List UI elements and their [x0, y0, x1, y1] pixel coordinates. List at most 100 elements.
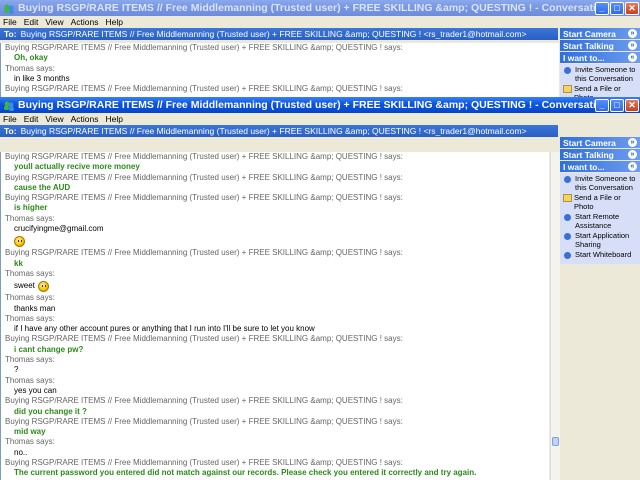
minimize-button[interactable]: _ — [595, 98, 609, 112]
menu-help[interactable]: Help — [106, 114, 123, 124]
menu-view[interactable]: View — [45, 17, 63, 27]
message-text: i cant change pw? — [5, 345, 549, 355]
menu-file[interactable]: File — [3, 17, 17, 27]
conversation-scrollbar[interactable] — [550, 152, 560, 480]
task-whiteboard[interactable]: Start Whiteboard — [562, 250, 638, 260]
sender-line: Thomas says: — [5, 269, 549, 279]
sender-line: Thomas says: — [5, 355, 549, 365]
message-text-content: Buying RSGP/RARE ITEMS // Free Middleman… — [5, 84, 403, 94]
message-text-content: Buying RSGP/RARE ITEMS // Free Middleman… — [5, 334, 403, 344]
chevron-down-icon: » — [628, 29, 637, 38]
task-remote-assistance[interactable]: Start Remote Assistance — [562, 212, 638, 230]
invite-icon — [564, 67, 571, 74]
sender-line: Buying RSGP/RARE ITEMS // Free Middleman… — [5, 458, 549, 468]
message-text: youll actually recive more money — [5, 162, 549, 172]
whiteboard-icon — [564, 252, 571, 259]
message-text-content: Oh, okay — [14, 53, 48, 63]
message-text-content: Buying RSGP/RARE ITEMS // Free Middleman… — [5, 396, 403, 406]
sender-line: Buying RSGP/RARE ITEMS // Free Middleman… — [5, 173, 549, 183]
message-text: cause the AUD — [5, 183, 549, 193]
window-title: Buying RSGP/RARE ITEMS // Free Middleman… — [18, 99, 595, 111]
minimize-button[interactable]: _ — [595, 1, 609, 15]
message-text-content: i cant change pw? — [14, 344, 84, 354]
back-task-list: Invite Someone to this Conversation Send… — [560, 64, 640, 97]
start-talking-header[interactable]: Start Talking» — [560, 40, 640, 52]
start-camera-header[interactable]: Start Camera» — [560, 28, 640, 40]
task-send-file[interactable]: Send a File or Photo — [562, 193, 638, 211]
sender-line: Buying RSGP/RARE ITEMS // Free Middleman… — [5, 417, 549, 427]
message-text-content: if I have any other account pures or any… — [14, 324, 315, 334]
message-text-content: Thomas says: — [5, 268, 55, 278]
sender-line: Buying RSGP/RARE ITEMS // Free Middleman… — [5, 43, 559, 53]
recipient-name[interactable]: Buying RSGP/RARE ITEMS // Free Middleman… — [21, 126, 527, 136]
back-menu-bar: File Edit View Actions Help — [0, 16, 640, 28]
close-button[interactable]: ✕ — [625, 1, 639, 15]
message-text-content: did you change it ? — [14, 406, 87, 416]
maximize-button[interactable]: □ — [610, 98, 624, 112]
back-sidebar: Start Camera» Start Talking» I want to..… — [560, 28, 640, 97]
scrollbar-thumb[interactable] — [552, 437, 559, 446]
message-text-content: cause the AUD — [14, 182, 71, 192]
menu-help[interactable]: Help — [106, 17, 123, 27]
smiley-icon — [37, 280, 49, 292]
task-send-file[interactable]: Send a File or Photo — [562, 84, 638, 97]
conversation-window: Buying RSGP/RARE ITEMS // Free Middleman… — [0, 97, 640, 480]
message-text: did you change it ? — [5, 407, 549, 417]
maximize-button[interactable]: □ — [610, 1, 624, 15]
chevron-down-icon: » — [628, 138, 637, 147]
menu-view[interactable]: View — [45, 114, 63, 124]
recipient-name[interactable]: Buying RSGP/RARE ITEMS // Free Middleman… — [21, 29, 527, 39]
start-camera-header[interactable]: Start Camera» — [560, 137, 640, 149]
i-want-to-header[interactable]: I want to... « — [560, 52, 640, 64]
start-talking-header[interactable]: Start Talking» — [560, 149, 640, 161]
message-text-content: ? — [14, 365, 19, 375]
back-conversation-history[interactable]: Buying RSGP/RARE ITEMS // Free Middleman… — [0, 43, 559, 97]
task-invite[interactable]: Invite Someone to this Conversation — [562, 174, 638, 192]
task-invite[interactable]: Invite Someone to this Conversation — [562, 65, 638, 83]
invite-icon — [564, 176, 571, 183]
message-text: crucifyingme@gmail.com — [5, 224, 549, 234]
conversation-history[interactable]: Buying RSGP/RARE ITEMS // Free Middleman… — [0, 152, 549, 480]
sidebar: Start Camera» Start Talking» I want to..… — [560, 137, 640, 480]
menu-file[interactable]: File — [3, 114, 17, 124]
message-text: yes you can — [5, 386, 549, 396]
sender-line: Buying RSGP/RARE ITEMS // Free Middleman… — [5, 84, 559, 94]
back-window-title: Buying RSGP/RARE ITEMS // Free Middleman… — [18, 2, 595, 14]
to-label: To: — [4, 126, 17, 136]
menu-edit[interactable]: Edit — [24, 17, 39, 27]
message-text-content: is higher — [14, 203, 48, 213]
message-text-content: no.. — [14, 447, 28, 457]
message-text: thanks man — [5, 304, 549, 314]
back-title-bar[interactable]: Buying RSGP/RARE ITEMS // Free Middleman… — [0, 0, 640, 16]
send-file-icon — [563, 194, 572, 202]
sender-line: Thomas says: — [5, 437, 549, 447]
message-text-content: yes you can — [14, 385, 57, 395]
message-text-content: mid way — [14, 427, 46, 437]
i-want-to-header[interactable]: I want to... « — [560, 161, 640, 173]
menu-edit[interactable]: Edit — [24, 114, 39, 124]
smiley-icon — [14, 235, 25, 247]
chevron-up-icon: « — [628, 53, 637, 62]
message-text-content: Thomas says: — [5, 313, 55, 323]
menu-actions[interactable]: Actions — [71, 114, 99, 124]
message-text-content: crucifyingme@gmail.com — [14, 224, 104, 234]
message-text-content: Thomas says: — [5, 437, 55, 447]
messenger-icon — [2, 100, 15, 111]
close-button[interactable]: ✕ — [625, 98, 639, 112]
sender-line: Thomas says: — [5, 214, 549, 224]
message-text-content: Thomas says: — [5, 375, 55, 385]
sender-line: Buying RSGP/RARE ITEMS // Free Middleman… — [5, 334, 549, 344]
message-text-content: kk — [14, 258, 23, 268]
title-bar[interactable]: Buying RSGP/RARE ITEMS // Free Middleman… — [0, 97, 640, 113]
menu-actions[interactable]: Actions — [71, 17, 99, 27]
message-text: ? — [5, 365, 549, 375]
application-sharing-icon — [564, 233, 571, 240]
message-text-content: The current password you entered did not… — [14, 468, 477, 478]
sender-line: Thomas says: — [5, 376, 549, 386]
message-text-content: Thomas says: — [5, 213, 55, 223]
sender-line: Buying RSGP/RARE ITEMS // Free Middleman… — [5, 193, 549, 203]
chevron-down-icon: » — [628, 41, 637, 50]
message-text: no.. — [5, 448, 549, 458]
task-application-sharing[interactable]: Start Application Sharing — [562, 231, 638, 249]
message-text: Oh, okay — [5, 53, 559, 63]
